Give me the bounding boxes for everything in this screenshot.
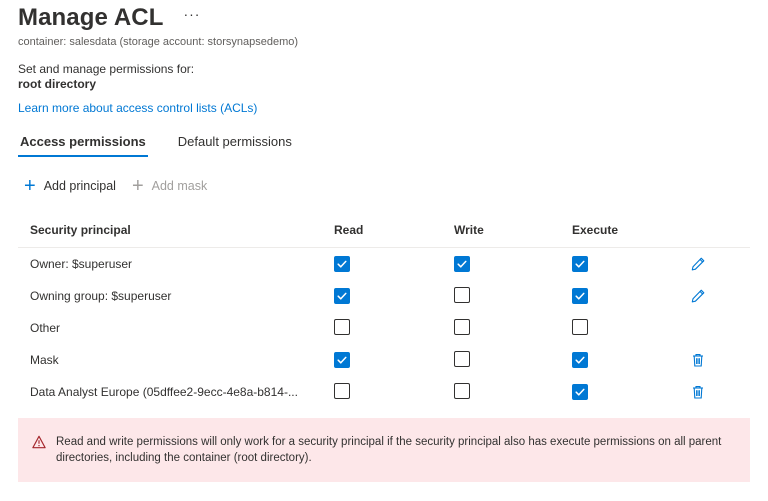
- delete-icon[interactable]: [690, 384, 706, 400]
- add-mask-button[interactable]: + Add mask: [131, 175, 208, 197]
- execute-checkbox[interactable]: [572, 383, 588, 400]
- action-cell: [690, 256, 750, 272]
- write-cell: [454, 255, 572, 273]
- add-mask-label: Add mask: [151, 179, 208, 193]
- table-row: Mask: [18, 344, 750, 376]
- container-subtitle: container: salesdata (storage account: s…: [18, 36, 299, 48]
- warning-banner: Read and write permissions will only wor…: [18, 418, 750, 482]
- execute-checkbox[interactable]: [572, 255, 588, 272]
- read-cell: [334, 287, 454, 305]
- tab-bar: Access permissions Default permissions: [18, 132, 322, 157]
- execute-cell: [572, 318, 690, 338]
- action-cell: [690, 288, 750, 304]
- read-cell: [334, 382, 454, 402]
- read-checkbox[interactable]: [334, 318, 350, 335]
- target-name: root directory: [18, 77, 97, 91]
- execute-checkbox[interactable]: [572, 351, 588, 368]
- warning-icon: [32, 435, 46, 454]
- write-cell: [454, 350, 572, 370]
- page-title: Manage ACL: [18, 4, 164, 31]
- table-header: Security principal Read Write Execute: [18, 212, 750, 248]
- edit-icon[interactable]: [690, 288, 706, 304]
- command-bar: + Add principal + Add mask: [24, 175, 223, 197]
- warning-message: Read and write permissions will only wor…: [56, 436, 722, 464]
- write-checkbox[interactable]: [454, 286, 470, 303]
- table-row: Other: [18, 312, 750, 344]
- write-cell: [454, 286, 572, 306]
- write-checkbox[interactable]: [454, 382, 470, 399]
- execute-checkbox[interactable]: [572, 287, 588, 304]
- write-checkbox[interactable]: [454, 255, 470, 272]
- read-cell: [334, 318, 454, 338]
- column-header-principal: Security principal: [30, 222, 131, 237]
- execute-cell: [572, 255, 690, 273]
- learn-more-link[interactable]: Learn more about access control lists (A…: [18, 101, 257, 115]
- title-row: Manage ACL ···: [18, 4, 200, 32]
- delete-icon[interactable]: [690, 352, 706, 368]
- action-cell: [690, 384, 750, 400]
- table-row: Owner: $superuser: [18, 248, 750, 280]
- action-cell: [690, 352, 750, 368]
- execute-cell: [572, 351, 690, 369]
- add-principal-button[interactable]: + Add principal: [24, 175, 116, 197]
- principal-name: Mask: [30, 353, 59, 367]
- table-row: Owning group: $superuser: [18, 280, 750, 312]
- read-checkbox[interactable]: [334, 287, 350, 304]
- write-cell: [454, 318, 572, 338]
- read-checkbox[interactable]: [334, 255, 350, 272]
- read-checkbox[interactable]: [334, 382, 350, 399]
- add-principal-label: Add principal: [43, 179, 116, 193]
- column-header-execute: Execute: [572, 222, 619, 237]
- add-icon: +: [24, 175, 36, 197]
- column-header-write: Write: [454, 222, 484, 237]
- write-checkbox[interactable]: [454, 350, 470, 367]
- tab-access-permissions[interactable]: Access permissions: [18, 132, 148, 157]
- add-icon: +: [131, 175, 144, 197]
- read-checkbox[interactable]: [334, 351, 350, 368]
- write-checkbox[interactable]: [454, 318, 470, 335]
- edit-icon[interactable]: [690, 256, 706, 272]
- table-body: Owner: $superuser Owning group: $superuse…: [18, 248, 750, 408]
- tab-default-permissions[interactable]: Default permissions: [176, 132, 294, 157]
- execute-cell: [572, 287, 690, 305]
- set-permissions-label: Set and manage permissions for:: [18, 62, 195, 76]
- principal-name: Data Analyst Europe (05dffee2-9ecc-4e8a-…: [30, 385, 298, 399]
- write-cell: [454, 382, 572, 402]
- principal-name: Owner: $superuser: [30, 257, 133, 271]
- acl-table: Security principal Read Write Execute Ow…: [18, 212, 750, 408]
- more-options-button[interactable]: ···: [183, 6, 200, 22]
- principal-name: Owning group: $superuser: [30, 289, 172, 303]
- principal-name: Other: [30, 321, 61, 335]
- read-cell: [334, 255, 454, 273]
- execute-cell: [572, 383, 690, 401]
- table-row: Data Analyst Europe (05dffee2-9ecc-4e8a-…: [18, 376, 750, 408]
- read-cell: [334, 351, 454, 369]
- execute-checkbox[interactable]: [572, 318, 588, 335]
- column-header-read: Read: [334, 222, 364, 237]
